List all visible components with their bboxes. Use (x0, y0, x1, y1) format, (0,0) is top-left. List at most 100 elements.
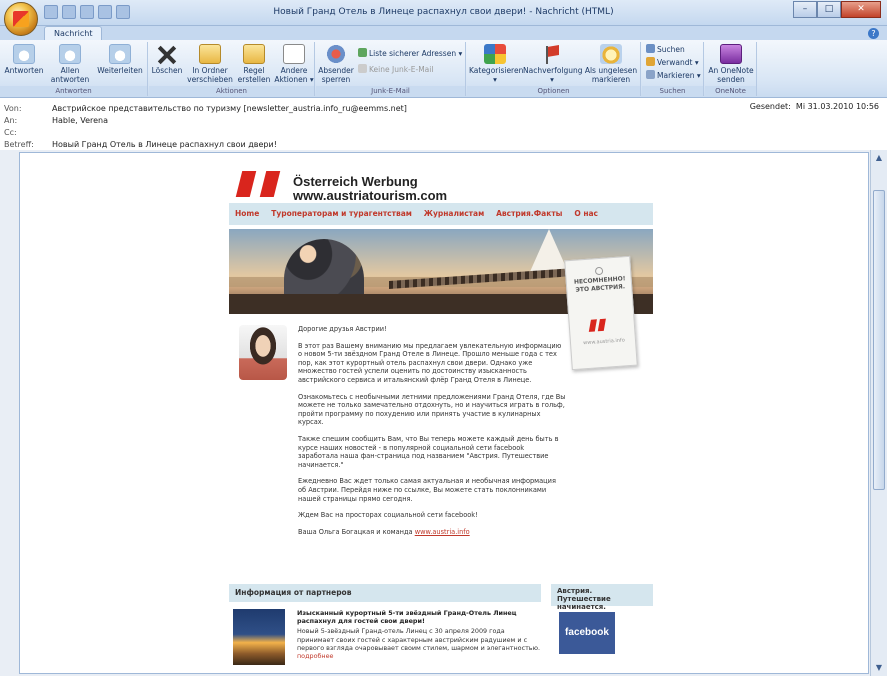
group-label-antworten: Antworten (0, 86, 147, 96)
partner-more-link[interactable]: подробнее (297, 652, 543, 660)
ribbon: Antworten Allen antworten Weiterleiten A… (0, 40, 887, 98)
group-label-suchen: Suchen (642, 86, 703, 96)
tag-text: НЕСОМНЕННО! ЭТО АВСТРИЯ. (573, 275, 626, 294)
nav-austria-facts[interactable]: Австрия.Факты (496, 203, 562, 225)
promo-tag: НЕСОМНЕННО! ЭТО АВСТРИЯ. www.austria.inf… (564, 255, 638, 371)
group-junk: Absender sperren Liste sicherer Adressen… (316, 42, 466, 96)
letter-paragraph-2: Ознакомьтесь с необычными летними предло… (298, 392, 566, 427)
nav-tour-operators[interactable]: Туроператорам и турагентствам (271, 203, 412, 225)
cc-row: Cc: (4, 128, 52, 137)
safe-list-button[interactable]: Liste sicherer Adressen ▾ (358, 48, 462, 58)
group-optionen: Kategorisieren ▾ Nachverfolgung ▾ Als un… (467, 42, 641, 96)
forward-button[interactable]: Weiterleiten (94, 44, 146, 75)
categorize-icon (484, 44, 506, 64)
subject-row: Betreff: Новый Гранд Отель в Линеце распа… (4, 140, 277, 149)
reply-icon (13, 44, 35, 64)
create-rule-button[interactable]: Regel erstellen (235, 44, 273, 84)
onenote-label: An OneNote senden (708, 66, 754, 84)
find-icon (646, 44, 655, 53)
not-junk-label: Keine Junk-E-Mail (369, 65, 434, 74)
subject-value: Новый Гранд Отель в Линеце распахнул сво… (52, 140, 277, 149)
related-button[interactable]: Verwandt ▾ (646, 57, 699, 67)
help-icon[interactable]: ? (868, 28, 879, 39)
reply-all-button[interactable]: Allen antworten (48, 44, 92, 84)
sidebox-header: Австрия. Путешествие начинается. (551, 584, 653, 611)
partners-header: Информация от партнеров (229, 584, 541, 602)
brand-name: Österreich Werbung (293, 174, 418, 189)
signature-link[interactable]: www.austria.info (415, 528, 470, 536)
brand-url: www.austriatourism.com (293, 188, 448, 203)
find-label: Suchen (657, 45, 685, 54)
follow-up-label: Nachverfolgung ▾ (523, 66, 583, 84)
partner-body: Новый 5-звёздный Гранд-отель Линец с 30 … (297, 627, 540, 652)
block-sender-button[interactable]: Absender sperren (316, 44, 356, 84)
minimize-button[interactable]: – (793, 1, 817, 18)
nav-about[interactable]: О нас (574, 203, 598, 225)
letter-paragraph-1: В этот раз Вашему вниманию мы предлагаем… (298, 341, 562, 384)
block-sender-label: Absender sperren (318, 66, 354, 84)
letter-signature: Ваша Ольга Богацкая и команда www.austri… (298, 528, 566, 537)
window-title: Новый Гранд Отель в Линеце распахнул сво… (273, 7, 614, 17)
delete-label: Löschen (151, 66, 183, 75)
follow-up-button[interactable]: Nachverfolgung ▾ (523, 44, 583, 84)
letter-text: Дорогие друзья Австрии! В этот раз Вашем… (298, 325, 566, 544)
vertical-scrollbar[interactable]: ▲ ▼ (870, 150, 887, 676)
sent-row: Gesendet: Mi 31.03.2010 10:56 (750, 102, 879, 111)
onenote-icon (720, 44, 742, 64)
delete-icon (156, 44, 178, 64)
rule-icon (243, 44, 265, 64)
follow-up-icon (541, 44, 563, 64)
related-label: Verwandt ▾ (657, 58, 699, 67)
tag-flags-icon (588, 318, 608, 335)
window-controls: – □ ✕ (793, 1, 881, 18)
not-junk-button[interactable]: Keine Junk-E-Mail (358, 64, 433, 74)
message-headers: Von: Австрийское представительство по тур… (0, 98, 887, 150)
other-actions-label: Andere Aktionen ▾ (274, 66, 314, 84)
reply-all-label: Allen antworten (50, 66, 90, 84)
signature-text: Ваша Ольга Богацкая и команда (298, 527, 413, 536)
other-actions-button[interactable]: Andere Aktionen ▾ (273, 44, 315, 84)
nav-journalists[interactable]: Журналистам (424, 203, 484, 225)
group-aktionen: Löschen In Ordner verschieben ▾ Regel er… (149, 42, 315, 96)
to-value[interactable]: Hable, Verena (52, 116, 108, 125)
scroll-down-icon[interactable]: ▼ (873, 662, 885, 674)
title-bar: Новый Гранд Отель в Линеце распахнул сво… (0, 0, 887, 36)
office-logo-icon (13, 11, 29, 27)
office-button[interactable] (4, 2, 38, 36)
facebook-button[interactable]: facebook (559, 612, 615, 654)
delete-button[interactable]: Löschen (149, 44, 185, 75)
to-row: An: Hable, Verena (4, 116, 108, 125)
reply-button[interactable]: Antworten (2, 44, 46, 75)
tab-nachricht[interactable]: Nachricht (44, 26, 103, 40)
safe-list-label: Liste sicherer Adressen ▾ (369, 49, 463, 58)
mark-unread-button[interactable]: Als ungelesen markieren (583, 44, 639, 84)
hotel-image[interactable] (233, 609, 285, 665)
from-value[interactable]: Австрийское представительство по туризму… (52, 104, 407, 113)
scroll-thumb[interactable] (873, 190, 885, 490)
partner-title[interactable]: Изысканный курортный 5-ти звёздный Гранд… (297, 609, 543, 625)
close-button[interactable]: ✕ (841, 1, 881, 18)
find-button[interactable]: Suchen (646, 44, 685, 54)
partner-article: Изысканный курортный 5-ти звёздный Гранд… (297, 609, 543, 660)
select-icon (646, 70, 655, 79)
sent-label: Gesendet: (749, 102, 791, 111)
maximize-button[interactable]: □ (817, 1, 841, 18)
categorize-button[interactable]: Kategorisieren ▾ (469, 44, 523, 84)
group-onenote: An OneNote senden OneNote (705, 42, 757, 96)
onenote-button[interactable]: An OneNote senden (707, 44, 755, 84)
select-button[interactable]: Markieren ▾ (646, 70, 701, 80)
tag-hole (594, 266, 604, 276)
reply-label: Antworten (4, 66, 44, 75)
to-label: An: (4, 116, 18, 125)
nav-home[interactable]: Home (235, 203, 259, 225)
scroll-up-icon[interactable]: ▲ (873, 152, 885, 164)
letter-greeting: Дорогие друзья Австрии! (298, 325, 387, 333)
not-junk-icon (358, 64, 367, 73)
mark-unread-icon (600, 44, 622, 64)
author-portrait (239, 325, 287, 380)
select-label: Markieren ▾ (657, 71, 701, 80)
mark-unread-label: Als ungelesen markieren (584, 66, 638, 84)
create-rule-label: Regel erstellen (237, 66, 271, 84)
block-sender-icon (325, 44, 347, 64)
message-frame: Österreich Werbung www.austriatourism.co… (0, 150, 887, 676)
